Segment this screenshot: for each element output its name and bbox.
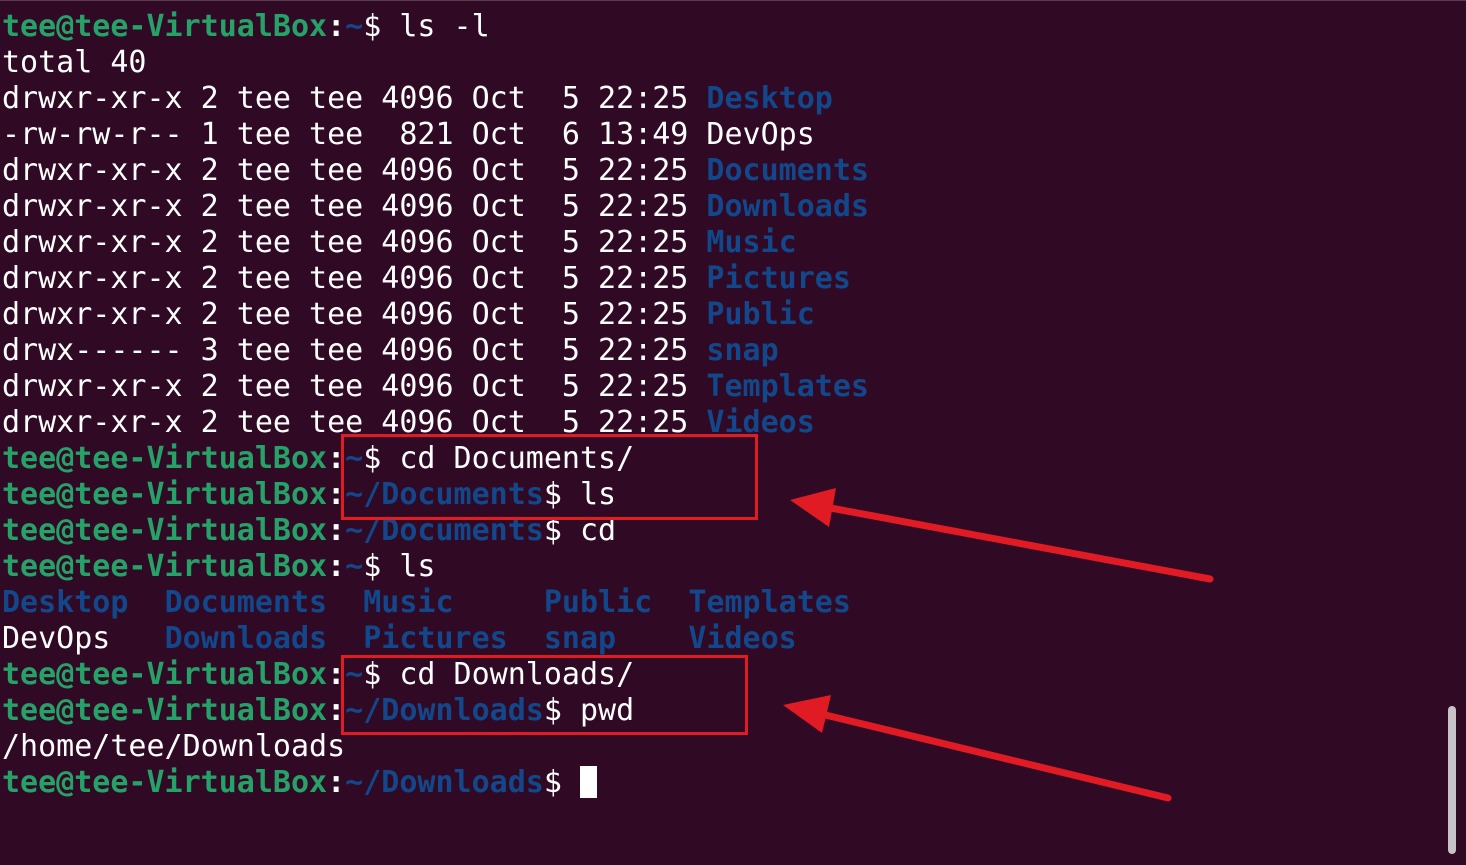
arrow-annotation-2 (783, 695, 1172, 802)
annotation-arrows (783, 488, 1214, 802)
arrow-annotation-1 (790, 488, 1214, 583)
scrollbar-thumb[interactable] (1448, 706, 1456, 854)
terminal-window[interactable]: tee@tee-VirtualBox:~$ ls -l total 40 drwxr… (0, 0, 1466, 865)
